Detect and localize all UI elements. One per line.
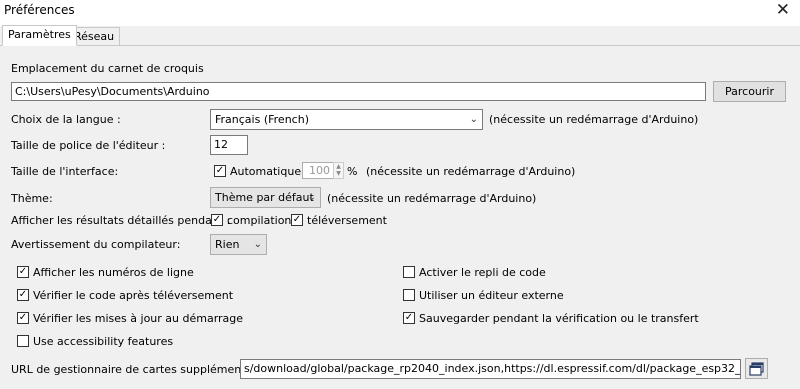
tab-label: Paramètres bbox=[8, 28, 71, 41]
window-icon-graphic bbox=[748, 362, 764, 376]
external-editor-label: Utiliser un éditeur externe bbox=[419, 289, 564, 302]
theme-value: Thème par défaut bbox=[215, 191, 314, 204]
accessibility-label: Use accessibility features bbox=[33, 335, 174, 348]
check-updates-label: Vérifier les mises à jour au démarrage bbox=[33, 312, 244, 325]
scale-spinner-icon[interactable]: ▲ ▼ bbox=[333, 162, 344, 179]
font-size-input[interactable]: 12 bbox=[210, 135, 248, 155]
code-folding-checkbox[interactable] bbox=[403, 266, 415, 278]
verify-after-upload-checkbox[interactable]: ✓ bbox=[17, 289, 29, 301]
language-label: Choix de la langue : bbox=[11, 113, 121, 126]
tab-label: Réseau bbox=[74, 30, 115, 43]
font-size-label: Taille de police de l'éditeur : bbox=[11, 139, 166, 152]
language-select[interactable]: Français (French) ⌄ bbox=[210, 109, 483, 130]
chevron-down-icon: ⌄ bbox=[307, 192, 316, 203]
verbose-upload-checkbox[interactable]: ✓ bbox=[291, 214, 303, 226]
close-icon[interactable]: ✕ bbox=[776, 0, 790, 20]
theme-note: (nécessite un redémarrage d'Arduino) bbox=[327, 192, 537, 205]
theme-label: Thème: bbox=[11, 192, 53, 205]
boards-url-input[interactable]: s/download/global/package_rp2040_index.j… bbox=[240, 359, 741, 379]
verbose-upload-label: téléversement bbox=[307, 214, 387, 227]
auto-scale-checkbox[interactable]: ✓ bbox=[214, 165, 226, 177]
language-note: (nécessite un redémarrage d'Arduino) bbox=[489, 113, 699, 126]
window-title: Préférences bbox=[4, 3, 75, 17]
warnings-value: Rien bbox=[215, 238, 240, 251]
boards-url-label: URL de gestionnaire de cartes supplément… bbox=[11, 363, 273, 376]
warnings-select[interactable]: Rien ⌄ bbox=[210, 234, 267, 255]
open-window-icon[interactable] bbox=[745, 358, 768, 379]
auto-scale-label: Automatique bbox=[230, 165, 302, 178]
interface-scale-input[interactable]: 100 bbox=[302, 162, 334, 179]
warnings-label: Avertissement du compilateur: bbox=[11, 238, 181, 251]
check-updates-checkbox[interactable]: ✓ bbox=[17, 312, 29, 324]
verbose-label: Afficher les résultats détaillés pendant… bbox=[11, 214, 231, 227]
theme-select[interactable]: Thème par défaut ⌄ bbox=[210, 187, 321, 208]
verbose-compile-label: compilation bbox=[227, 214, 292, 227]
external-editor-checkbox[interactable] bbox=[403, 289, 415, 301]
settings-panel: Emplacement du carnet de croquis C:\User… bbox=[0, 45, 800, 389]
line-numbers-checkbox[interactable]: ✓ bbox=[17, 266, 29, 278]
save-on-verify-checkbox[interactable]: ✓ bbox=[403, 312, 415, 324]
interface-size-label: Taille de l'interface: bbox=[11, 165, 119, 178]
line-numbers-label: Afficher les numéros de ligne bbox=[33, 266, 194, 279]
verify-after-upload-label: Vérifier le code après téléversement bbox=[33, 289, 234, 302]
sketchbook-path-input[interactable]: C:\Users\uPesy\Documents\Arduino bbox=[11, 82, 706, 101]
sketchbook-label: Emplacement du carnet de croquis bbox=[11, 62, 204, 75]
verbose-compile-checkbox[interactable]: ✓ bbox=[211, 214, 223, 226]
save-on-verify-label: Sauvegarder pendant la vérification ou l… bbox=[419, 312, 699, 325]
accessibility-checkbox[interactable] bbox=[17, 335, 29, 347]
browse-button[interactable]: Parcourir bbox=[713, 81, 786, 102]
code-folding-label: Activer le repli de code bbox=[419, 266, 546, 279]
scale-unit: % bbox=[347, 165, 358, 178]
language-value: Français (French) bbox=[215, 113, 309, 126]
chevron-down-icon: ⌄ bbox=[469, 114, 478, 125]
chevron-down-icon: ⌄ bbox=[253, 239, 262, 250]
interface-note: (nécessite un redémarrage d'Arduino) bbox=[366, 165, 576, 178]
tab-parametres[interactable]: Paramètres bbox=[2, 25, 77, 46]
